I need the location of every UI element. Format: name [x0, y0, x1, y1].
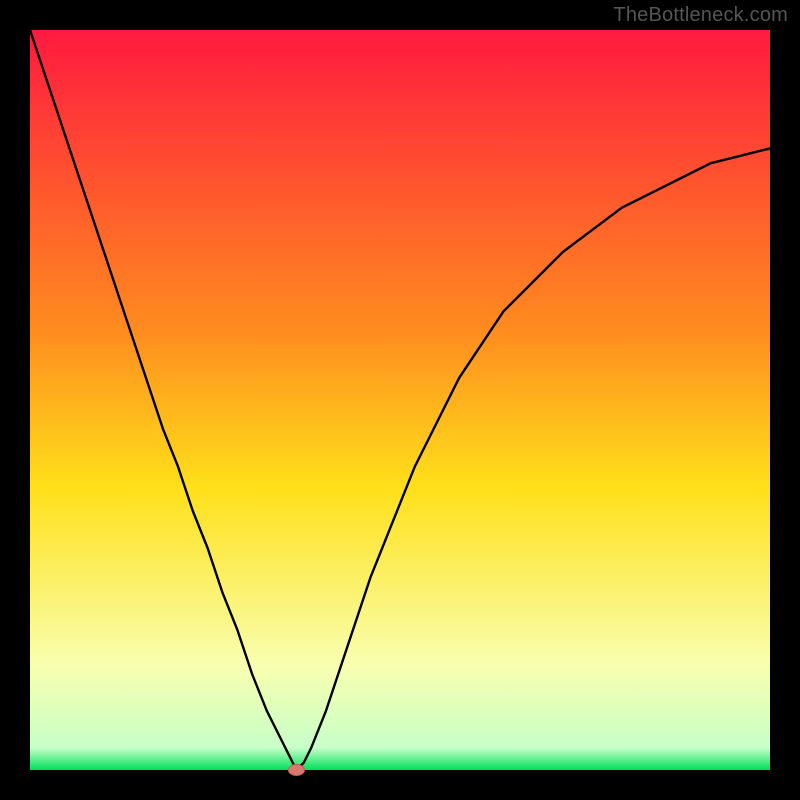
- bottleneck-chart: [0, 0, 800, 800]
- watermark-text: TheBottleneck.com: [613, 4, 788, 27]
- chart-stage: { "watermark": "TheBottleneck.com", "col…: [0, 0, 800, 800]
- optimum-marker: [288, 765, 304, 776]
- plot-background: [30, 30, 770, 770]
